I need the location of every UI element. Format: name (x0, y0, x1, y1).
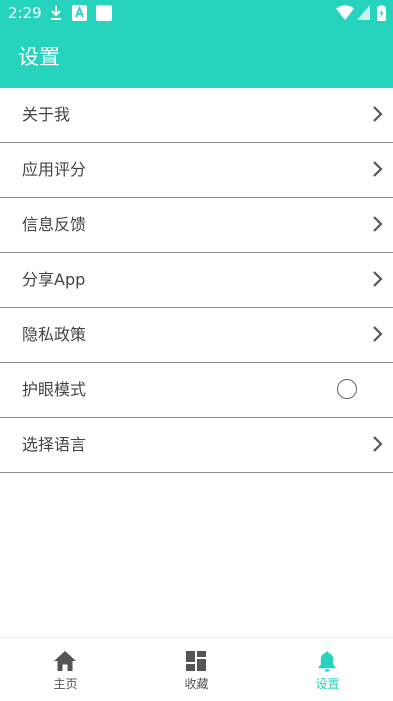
nav-item-favorites[interactable]: 收藏 (131, 638, 262, 701)
bell-icon (318, 651, 336, 672)
chevron-right-icon (373, 326, 383, 342)
settings-item-label: 隐私政策 (22, 325, 87, 344)
nav-label: 收藏 (184, 677, 209, 691)
settings-item-language[interactable]: 选择语言 (0, 418, 393, 473)
settings-item-label: 选择语言 (22, 435, 87, 454)
battery-charging-icon (377, 5, 386, 21)
nav-item-home[interactable]: 主页 (0, 638, 131, 701)
settings-item-label: 信息反馈 (22, 215, 87, 234)
settings-item-feedback[interactable]: 信息反馈 (0, 198, 393, 253)
nav-label: 设置 (315, 677, 340, 691)
eye-protection-radio[interactable] (337, 379, 357, 399)
settings-item-label: 分享App (22, 270, 86, 289)
settings-item-share-app[interactable]: 分享App (0, 253, 393, 308)
chevron-right-icon (373, 106, 383, 122)
bottom-nav: 主页 收藏 设置 (0, 637, 393, 701)
home-icon (54, 651, 76, 671)
status-time: 2:29 (8, 4, 42, 22)
settings-list: 关于我 应用评分 信息反馈 分享App 隐私政策 护眼模式 选择语言 (0, 88, 393, 473)
settings-item-about-me[interactable]: 关于我 (0, 88, 393, 143)
settings-item-privacy-policy[interactable]: 隐私政策 (0, 308, 393, 363)
page-title: 设置 (18, 45, 60, 69)
wifi-icon (336, 5, 354, 20)
settings-item-label: 应用评分 (22, 160, 87, 179)
a-box-icon (72, 5, 87, 21)
chevron-right-icon (373, 161, 383, 177)
chevron-right-icon (373, 216, 383, 232)
app-bar: 设置 (0, 28, 393, 88)
nav-item-settings[interactable]: 设置 (262, 638, 393, 701)
chevron-right-icon (373, 436, 383, 452)
signal-icon (357, 5, 370, 20)
download-icon (51, 6, 61, 20)
settings-item-eye-protection[interactable]: 护眼模式 (0, 363, 393, 418)
square-icon (96, 5, 112, 21)
status-bar: 2:29 (0, 0, 393, 28)
settings-item-label: 关于我 (22, 105, 71, 124)
settings-item-rate-app[interactable]: 应用评分 (0, 143, 393, 198)
nav-label: 主页 (53, 677, 78, 691)
dashboard-icon (186, 651, 206, 671)
settings-item-label: 护眼模式 (22, 380, 87, 399)
chevron-right-icon (373, 271, 383, 287)
